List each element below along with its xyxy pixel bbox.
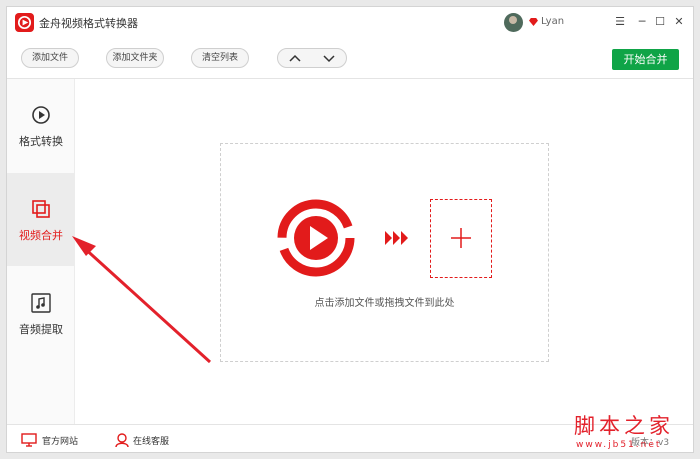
file-drop-area[interactable]: [220, 143, 549, 362]
sidebar-item-video-merge[interactable]: 视频合并: [7, 173, 75, 266]
clear-list-button[interactable]: 清空列表: [191, 48, 249, 68]
sidebar-item-audio-extract[interactable]: 音频提取: [7, 267, 75, 360]
music-note-icon: [31, 293, 51, 313]
sidebar-item-label: 格式转换: [19, 135, 63, 148]
add-file-button[interactable]: 添加文件: [21, 48, 79, 68]
minimize-icon[interactable]: ─: [634, 14, 650, 30]
reorder-buttons: [277, 48, 347, 68]
add-file-box[interactable]: [430, 199, 492, 278]
monitor-icon: [21, 433, 37, 447]
toolbar: 添加文件 添加文件夹 清空列表 开始合并: [7, 39, 693, 79]
plus-icon: [451, 228, 471, 248]
sidebar-item-format-convert[interactable]: 格式转换: [7, 79, 75, 172]
close-icon[interactable]: ✕: [671, 14, 687, 30]
video-play-logo-icon[interactable]: [275, 197, 357, 279]
drop-hint-text: 点击添加文件或拖拽文件到此处: [314, 298, 455, 309]
footer: 官方网站 在线客服 版本：v3: [7, 424, 693, 452]
app-window: 金舟视频格式转换器 Lyan ☰ ─ ☐ ✕ 添加文件 添加文件夹 清空列表 开…: [6, 6, 694, 453]
add-folder-button[interactable]: 添加文件夹: [106, 48, 164, 68]
up-chevron-icon[interactable]: [278, 49, 312, 67]
vip-gem-icon: [529, 18, 538, 26]
username[interactable]: Lyan: [541, 16, 564, 27]
sidebar-item-label: 音频提取: [19, 323, 63, 336]
app-logo-icon: [15, 13, 34, 32]
start-merge-button[interactable]: 开始合并: [612, 49, 679, 70]
sidebar-item-label: 视频合并: [19, 229, 63, 242]
user-avatar[interactable]: [504, 13, 523, 32]
online-support-link[interactable]: 在线客服: [133, 434, 169, 447]
customer-service-icon: [115, 433, 129, 447]
official-website-link[interactable]: 官方网站: [42, 434, 78, 447]
down-chevron-icon[interactable]: [312, 49, 346, 67]
maximize-icon[interactable]: ☐: [652, 14, 668, 30]
title-bar: 金舟视频格式转换器 Lyan ☰ ─ ☐ ✕: [7, 7, 693, 39]
app-title: 金舟视频格式转换器: [39, 17, 138, 30]
video-merge-icon: [32, 200, 50, 218]
triple-arrow-icon: [385, 231, 408, 245]
sidebar: 格式转换 视频合并 音频提取: [7, 79, 75, 424]
menu-icon[interactable]: ☰: [612, 14, 628, 30]
format-convert-icon: [32, 106, 50, 124]
version-label: 版本：v3: [631, 438, 670, 448]
